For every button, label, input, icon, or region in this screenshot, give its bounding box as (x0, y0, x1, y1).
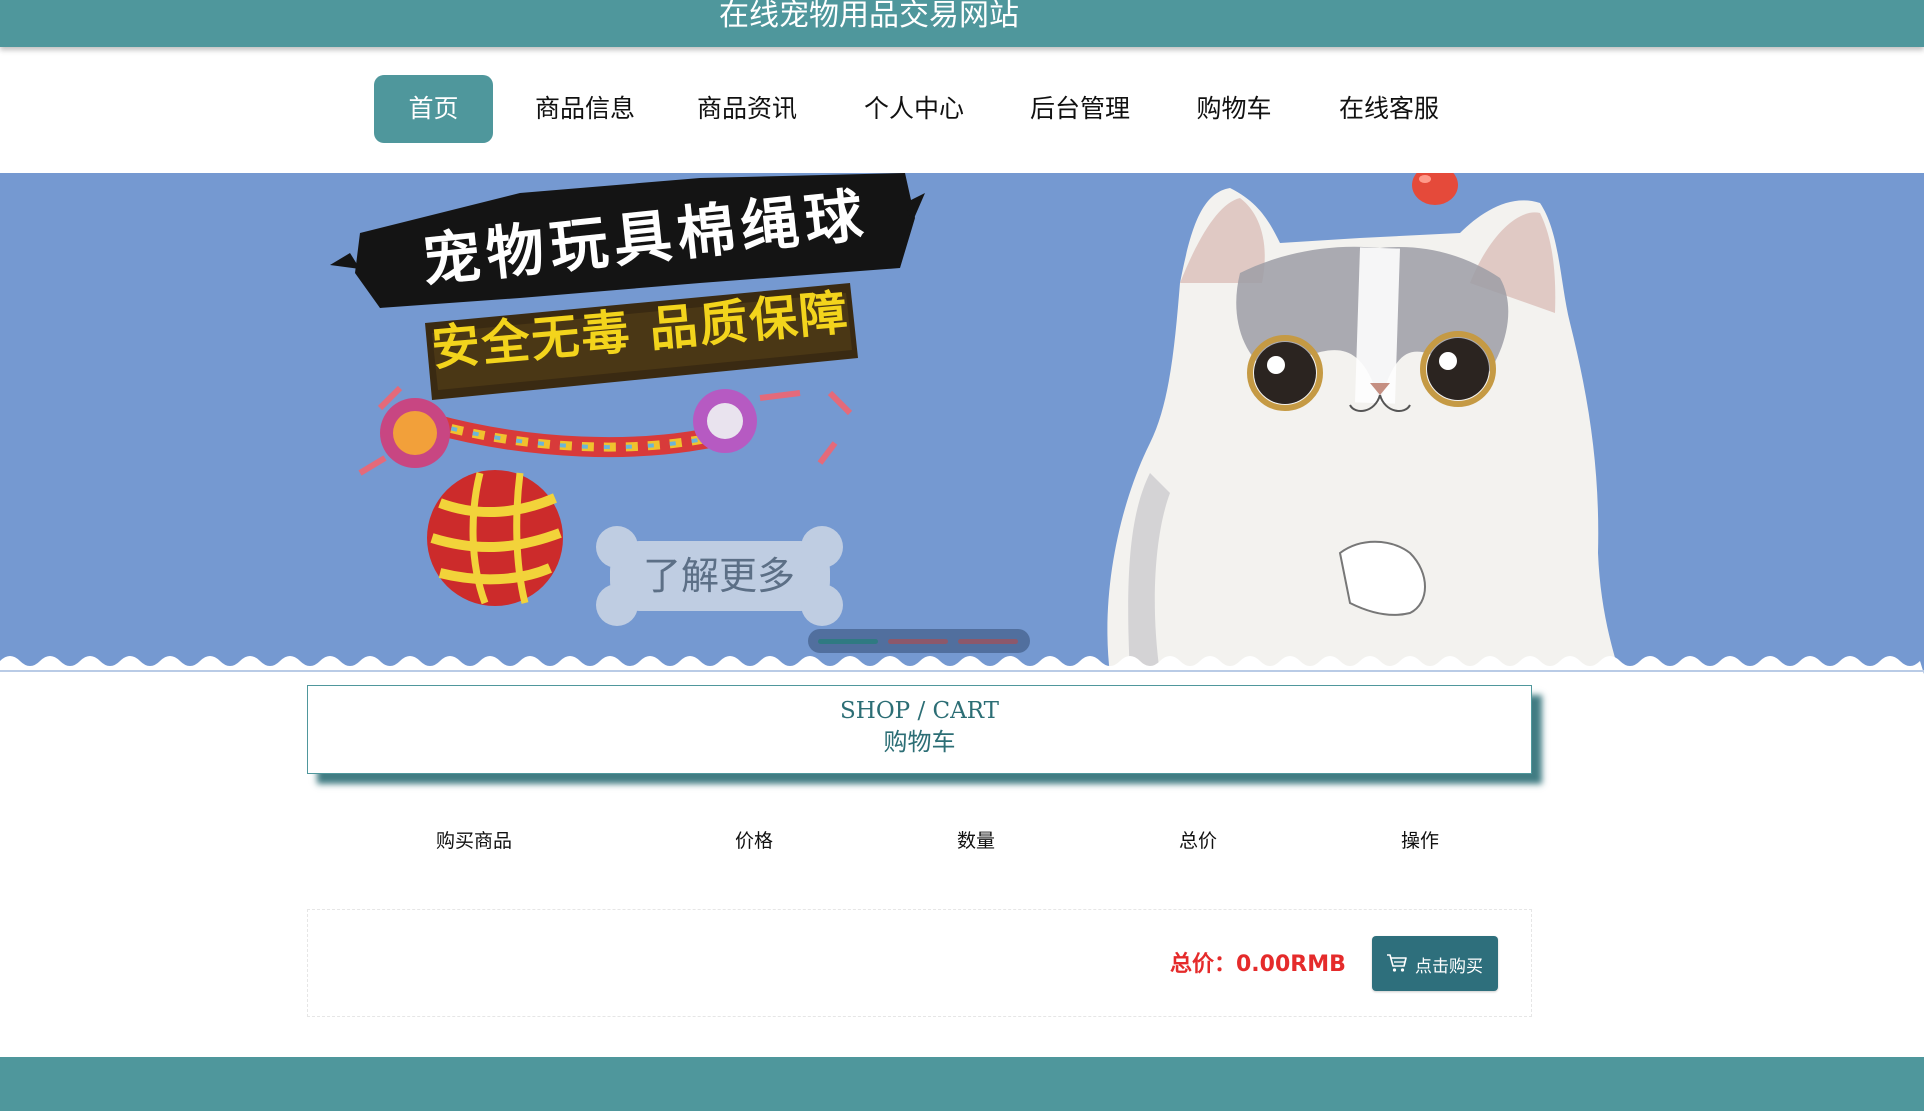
nav-item-cart[interactable]: 购物车 (1175, 75, 1293, 143)
carousel-dot-1[interactable] (818, 639, 878, 644)
buy-button[interactable]: 点击购买 (1372, 936, 1498, 991)
carousel-dot-2[interactable] (888, 639, 948, 644)
nav-item-products[interactable]: 商品信息 (516, 75, 654, 143)
cart-summary (307, 909, 1532, 1017)
site-footer (0, 1057, 1924, 1111)
section-title-en: SHOP / CART (840, 698, 999, 724)
main-nav: 首页 商品信息 商品资讯 个人中心 后台管理 购物车 在线客服 (0, 47, 1924, 173)
learn-more-button[interactable]: 了解更多 (598, 545, 840, 600)
carousel-dot-3[interactable] (958, 639, 1018, 644)
table-header-quantity: 数量 (956, 830, 996, 852)
cat-illustration (1107, 173, 1620, 674)
table-header-product: 购买商品 (435, 830, 513, 852)
section-title-cn: 购物车 (883, 728, 956, 756)
banner-illustration (0, 173, 1924, 674)
table-header-price: 价格 (734, 830, 774, 852)
cart-icon (1387, 954, 1407, 972)
carousel-indicators (808, 629, 1030, 653)
nav-item-admin[interactable]: 后台管理 (1011, 75, 1149, 143)
cart-section-heading: SHOP / CART 购物车 (307, 685, 1532, 774)
total-price: 总价：0.00RMB (1170, 952, 1346, 977)
site-header: 在线宠物用品交易网站 (0, 0, 1924, 47)
hero-banner[interactable]: 宠物玩具棉绳球 安全无毒 品质保障 了解更多 (0, 173, 1924, 674)
site-title: 在线宠物用品交易网站 (719, 0, 1019, 33)
nav-item-home[interactable]: 首页 (374, 75, 493, 143)
table-header-actions: 操作 (1400, 830, 1440, 852)
nav-item-product-news[interactable]: 商品资讯 (678, 75, 816, 143)
nav-item-customer-service[interactable]: 在线客服 (1320, 75, 1458, 143)
buy-button-label: 点击购买 (1415, 957, 1483, 977)
table-header-total: 总价 (1178, 830, 1218, 852)
nav-item-personal-center[interactable]: 个人中心 (845, 75, 983, 143)
